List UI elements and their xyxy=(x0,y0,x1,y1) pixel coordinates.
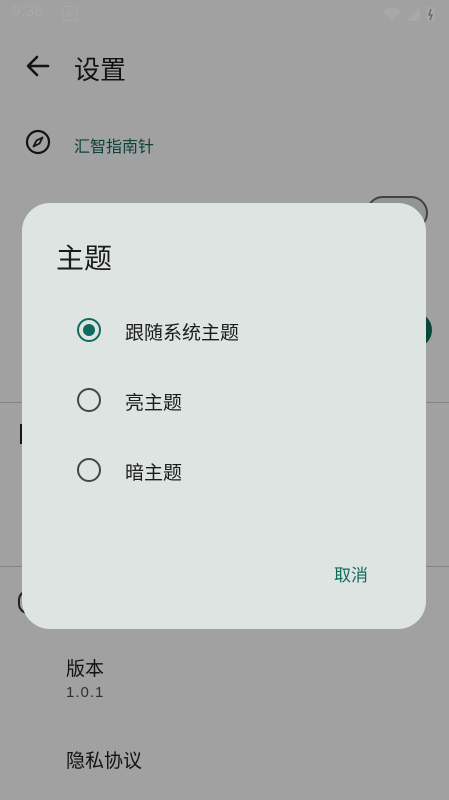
cancel-button[interactable]: 取消 xyxy=(328,557,374,590)
theme-option-dark[interactable]: 暗主题 xyxy=(22,443,426,497)
theme-option-label: 跟随系统主题 xyxy=(125,322,240,344)
theme-option-label: 亮主题 xyxy=(125,392,183,414)
theme-option-label: 暗主题 xyxy=(125,462,183,484)
radio-selected-icon[interactable] xyxy=(77,318,101,342)
theme-dialog: 主题 跟随系统主题 亮主题 暗主题 取消 xyxy=(22,203,426,629)
radio-unselected-icon[interactable] xyxy=(77,458,101,482)
theme-option-system[interactable]: 跟随系统主题 xyxy=(22,303,426,357)
radio-unselected-icon[interactable] xyxy=(77,388,101,412)
dialog-title: 主题 xyxy=(56,242,113,275)
theme-option-light[interactable]: 亮主题 xyxy=(22,373,426,427)
